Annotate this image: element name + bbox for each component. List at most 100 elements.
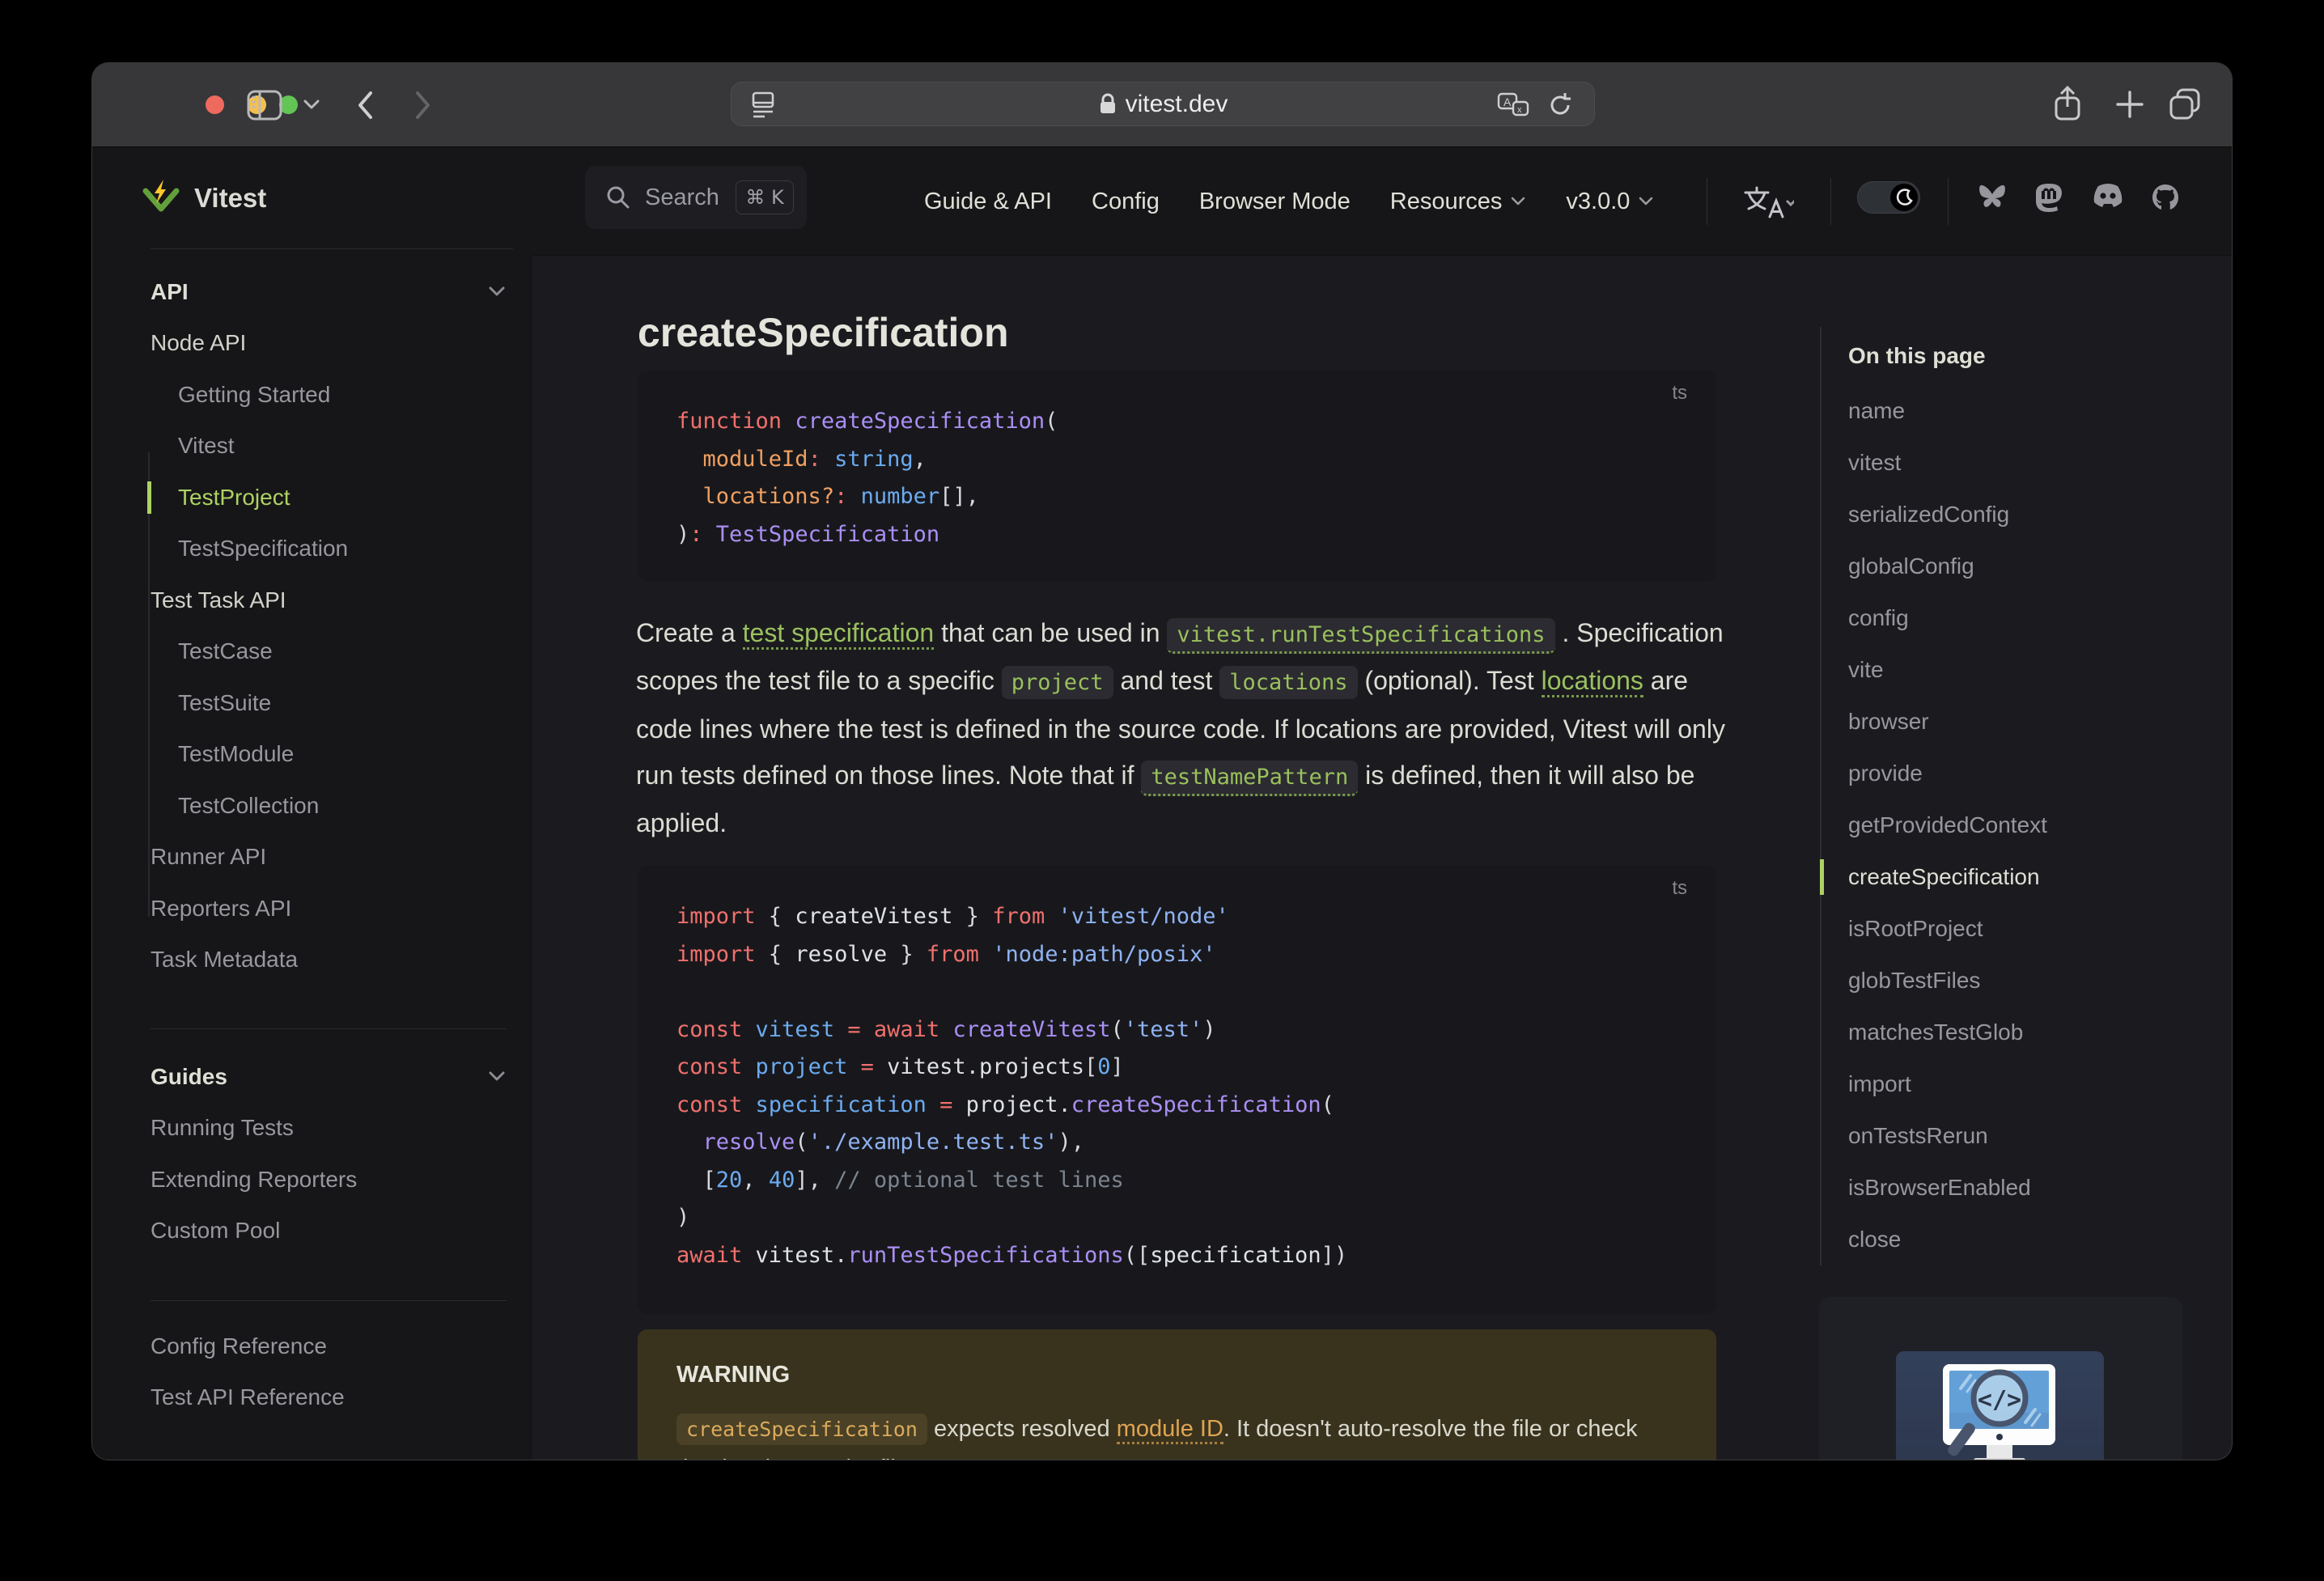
sidebar-item-testcase[interactable]: TestCase bbox=[151, 626, 507, 678]
toc-item-globalconfig[interactable]: globalConfig bbox=[1848, 540, 2232, 592]
nav-divider bbox=[1830, 178, 1831, 225]
sidebar-item-testproject[interactable]: TestProject bbox=[147, 472, 507, 523]
warning-title: WARNING bbox=[676, 1362, 791, 1388]
site-navbar: Search ⌘ K Guide & API Config Browser Mode… bbox=[532, 147, 2232, 256]
language-icon[interactable] bbox=[1742, 184, 1796, 224]
toc-item-provide[interactable]: provide bbox=[1848, 748, 2232, 799]
code-line: await vitest.runTestSpecifications([spec… bbox=[676, 1242, 1348, 1268]
toc-item-browser[interactable]: browser bbox=[1848, 696, 2232, 748]
warning-body: createSpecification expects resolved mod… bbox=[676, 1409, 1677, 1460]
sidebar-item-config-reference[interactable]: Config Reference bbox=[151, 1320, 507, 1372]
sidebar-item-reporters-api[interactable]: Reporters API bbox=[151, 883, 507, 935]
share-icon[interactable] bbox=[2053, 86, 2082, 123]
sidebar-item-testmodule[interactable]: TestModule bbox=[151, 729, 507, 781]
code-line: import { resolve } from 'node:path/posix… bbox=[676, 941, 1216, 967]
svg-text:</>: </> bbox=[1978, 1386, 2021, 1414]
nav-link-v3-0-0[interactable]: v3.0.0 bbox=[1566, 189, 1654, 215]
ad-card[interactable]: </> bbox=[1819, 1297, 2182, 1460]
sidebar-item-extending-reporters[interactable]: Extending Reporters bbox=[151, 1154, 507, 1206]
nav-divider bbox=[1948, 178, 1949, 225]
sidebar-item-custom-pool[interactable]: Custom Pool bbox=[151, 1206, 507, 1257]
translate-icon[interactable]: Ax bbox=[1497, 92, 1531, 118]
toc-item-matchestestglob[interactable]: matchesTestGlob bbox=[1848, 1007, 2232, 1058]
toc-item-isbrowserenabled[interactable]: isBrowserEnabled bbox=[1848, 1162, 2232, 1214]
toc-item-getprovidedcontext[interactable]: getProvidedContext bbox=[1848, 799, 2232, 851]
sidebar-item-testcollection[interactable]: TestCollection bbox=[151, 780, 507, 832]
dark-mode-toggle[interactable] bbox=[1857, 181, 1920, 214]
sidebar-item-api[interactable]: API bbox=[151, 266, 507, 318]
inline-code: createSpecification bbox=[676, 1414, 927, 1445]
chevron-down-icon bbox=[1639, 197, 1653, 206]
discord-icon[interactable] bbox=[2092, 183, 2124, 213]
toc-item-createspecification[interactable]: createSpecification bbox=[1820, 851, 2232, 903]
nav-link-config[interactable]: Config bbox=[1092, 189, 1160, 215]
inline-link[interactable]: vitest.runTestSpecifications bbox=[1167, 618, 1555, 654]
code-line: ): TestSpecification bbox=[676, 521, 940, 547]
sidebar-item-runner-api[interactable]: Runner API bbox=[151, 832, 507, 884]
close-button[interactable] bbox=[206, 95, 224, 114]
toc-item-serializedconfig[interactable]: serializedConfig bbox=[1848, 489, 2232, 540]
toc-item-import[interactable]: import bbox=[1848, 1058, 2232, 1110]
forward-button[interactable] bbox=[413, 90, 433, 121]
text-run: Create a bbox=[636, 618, 743, 647]
toc-item-close[interactable]: close bbox=[1848, 1214, 2232, 1265]
sidebar-item-running-tests[interactable]: Running Tests bbox=[151, 1103, 507, 1155]
inline-code: project bbox=[1001, 666, 1113, 700]
toc-item-config[interactable]: config bbox=[1848, 592, 2232, 644]
sidebar-item-test-api-reference[interactable]: Test API Reference bbox=[151, 1372, 507, 1424]
sidebar-group-line bbox=[148, 452, 150, 917]
toc-title: On this page bbox=[1848, 343, 1986, 368]
inline-link[interactable]: testNamePattern bbox=[1141, 760, 1359, 796]
code-line: const project = vitest.projects[0] bbox=[676, 1054, 1124, 1079]
inline-link[interactable]: test specification bbox=[742, 618, 935, 650]
new-tab-icon[interactable] bbox=[2113, 87, 2147, 121]
sidebar-item-guides[interactable]: Guides bbox=[151, 1051, 507, 1103]
text-run: that can be used in bbox=[934, 618, 1168, 647]
nav-link-browser-mode[interactable]: Browser Mode bbox=[1199, 189, 1351, 215]
tab-overview-icon[interactable] bbox=[2168, 87, 2203, 122]
address-bar[interactable]: vitest.dev Ax bbox=[731, 82, 1595, 126]
search-button[interactable]: Search ⌘ K bbox=[585, 166, 807, 229]
sidebar-item-task-metadata[interactable]: Task Metadata bbox=[151, 935, 507, 986]
browser-toolbar: vitest.dev Ax bbox=[92, 63, 2232, 147]
sidebar-chevron-icon[interactable] bbox=[303, 99, 320, 110]
code-line: ) bbox=[676, 1205, 690, 1230]
github-icon[interactable] bbox=[2150, 183, 2181, 218]
toc-item-vitest[interactable]: vitest bbox=[1848, 437, 2232, 489]
code-lang-badge: ts bbox=[1672, 382, 1687, 404]
sidebar-item-testspecification[interactable]: TestSpecification bbox=[151, 523, 507, 575]
sidebar-item-node-api[interactable]: Node API bbox=[151, 318, 507, 370]
svg-text:x: x bbox=[1517, 105, 1522, 115]
url-text: vitest.dev bbox=[732, 83, 1594, 125]
toc-item-vite[interactable]: vite bbox=[1848, 644, 2232, 696]
sidebar-divider bbox=[151, 1028, 507, 1029]
sidebar-toggle-icon[interactable] bbox=[247, 90, 282, 121]
toc-item-ontestsrerun[interactable]: onTestsRerun bbox=[1848, 1110, 2232, 1162]
toc-item-isrootproject[interactable]: isRootProject bbox=[1848, 903, 2232, 955]
sidebar-item-getting-started[interactable]: Getting Started bbox=[151, 369, 507, 421]
code-line: [20, 40], // optional test lines bbox=[676, 1167, 1124, 1193]
mastodon-icon[interactable] bbox=[2033, 183, 2065, 218]
on-this-page: On this page name vitest serializedConfig g… bbox=[1820, 327, 2232, 1265]
nav-link-resources[interactable]: Resources bbox=[1390, 189, 1527, 215]
code-line: resolve('./example.test.ts'), bbox=[702, 1130, 1084, 1155]
search-kbd: ⌘ K bbox=[736, 180, 794, 214]
toc-item-name[interactable]: name bbox=[1848, 385, 2232, 437]
bluesky-icon[interactable] bbox=[1977, 183, 2008, 216]
toc-item-globtestfiles[interactable]: globTestFiles bbox=[1848, 955, 2232, 1007]
sidebar-item-vitest[interactable]: Vitest bbox=[151, 421, 507, 473]
inline-link[interactable]: locations bbox=[1541, 666, 1643, 698]
toggle-knob bbox=[1890, 184, 1918, 211]
text-run: expects resolved bbox=[927, 1416, 1117, 1442]
description-paragraph: Create a test specification that can be … bbox=[636, 610, 1730, 846]
nav-link-guide-api[interactable]: Guide & API bbox=[924, 189, 1052, 215]
reload-icon[interactable] bbox=[1547, 91, 1573, 119]
brand[interactable]: Vitest bbox=[92, 147, 532, 248]
back-button[interactable] bbox=[355, 90, 375, 121]
code-line: import { createVitest } from 'vitest/nod… bbox=[676, 904, 1229, 929]
brand-name: Vitest bbox=[194, 182, 267, 213]
warning-callout: WARNING createSpecification expects reso… bbox=[638, 1329, 1716, 1460]
inline-link[interactable]: module ID bbox=[1116, 1416, 1223, 1444]
sidebar-item-test-task-api[interactable]: Test Task API bbox=[151, 574, 507, 626]
sidebar-item-testsuite[interactable]: TestSuite bbox=[151, 677, 507, 729]
